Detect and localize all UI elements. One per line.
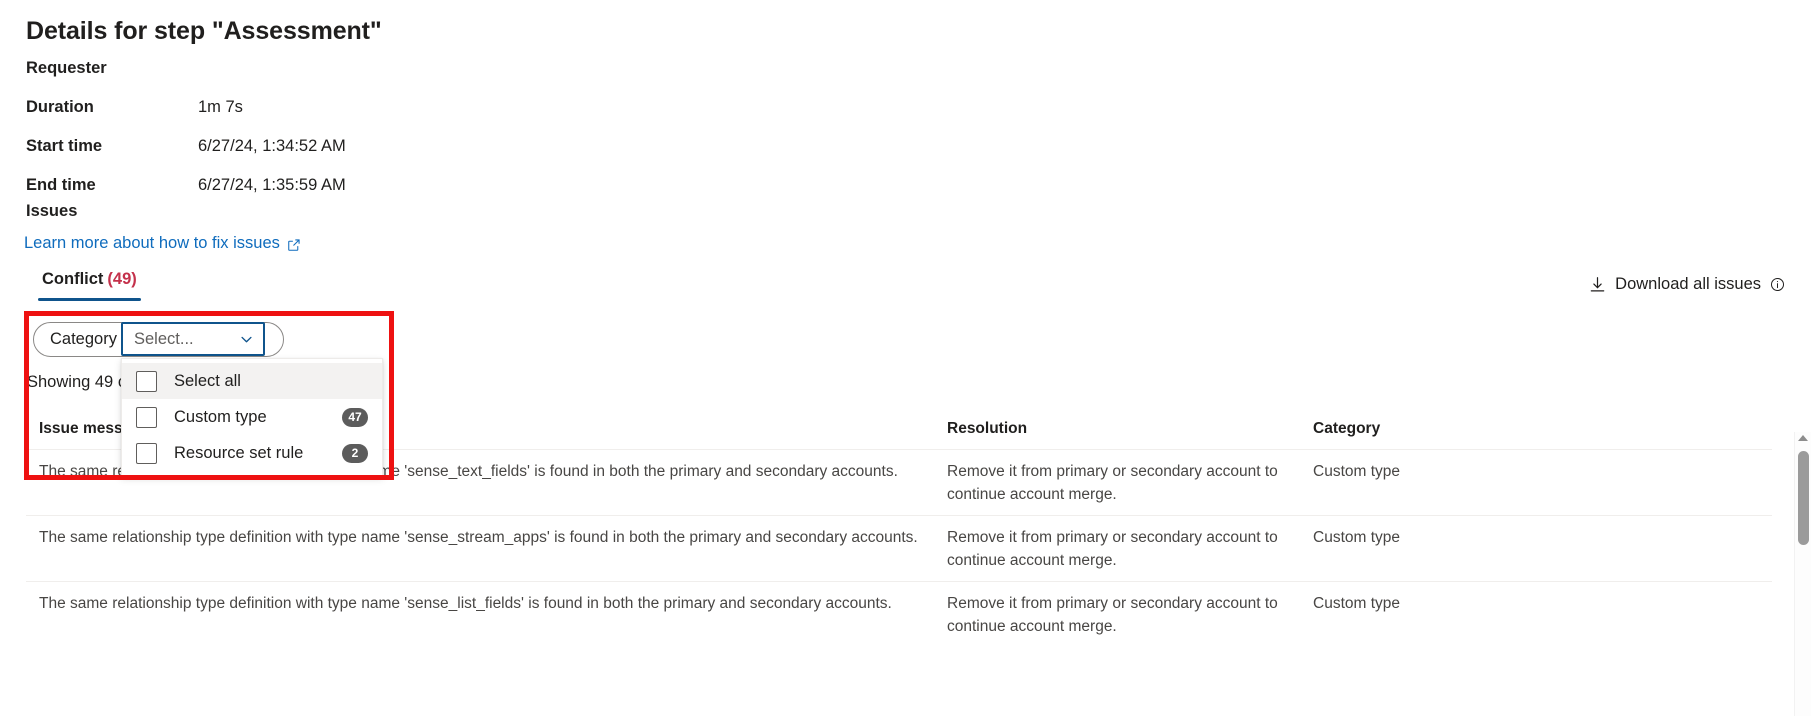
dropdown-option-label: Custom type [174, 407, 267, 426]
tab-conflict-count: (49) [107, 270, 137, 288]
external-link-icon [287, 238, 301, 252]
learn-more-label: Learn more about how to fix issues [24, 234, 280, 252]
download-all-issues-button[interactable]: Download all issues [1587, 271, 1787, 298]
metadata-row-end-time: End time 6/27/24, 1:35:59 AM [26, 174, 926, 213]
tab-conflict[interactable]: Conflict (49) [38, 270, 141, 301]
metadata-value: 6/27/24, 1:35:59 AM [198, 176, 346, 194]
category-select-value: Select... [134, 329, 194, 348]
dropdown-option-count-badge: 47 [342, 407, 368, 427]
cell-category: Custom type [1313, 529, 1401, 546]
scrollbar-thumb[interactable] [1798, 451, 1809, 545]
metadata-label: Duration [26, 98, 94, 116]
dropdown-option-label: Select all [174, 371, 241, 390]
cell-resolution: Remove it from primary or secondary acco… [947, 595, 1278, 635]
column-header-category: Category [1313, 420, 1381, 437]
page-root: Details for step "Assessment" Requester … [0, 0, 1811, 716]
metadata-value: 1m 7s [198, 98, 243, 116]
checkbox-resource-set-rule[interactable] [136, 442, 157, 464]
category-dropdown-menu: Select all Custom type 47 Resource set r… [121, 358, 383, 476]
category-select-combobox[interactable]: Select... [121, 322, 265, 356]
cell-resolution: Remove it from primary or secondary acco… [947, 529, 1278, 569]
checkbox-select-all[interactable] [136, 370, 157, 392]
info-circle-icon[interactable] [1770, 277, 1785, 292]
metadata-label: End time [26, 176, 96, 194]
metadata-row-duration: Duration 1m 7s [26, 96, 926, 135]
column-header-resolution: Resolution [947, 420, 1028, 437]
vertical-scrollbar[interactable] [1794, 432, 1811, 716]
issues-tabstrip: Conflict (49) [38, 270, 141, 301]
step-metadata: Requester Duration 1m 7s Start time 6/27… [26, 57, 926, 213]
showing-count-text: Showing 49 of [27, 373, 132, 391]
checkbox-custom-type[interactable] [136, 406, 157, 428]
dropdown-option-label: Resource set rule [174, 443, 304, 462]
learn-more-link[interactable]: Learn more about how to fix issues [24, 234, 301, 253]
table-row[interactable]: The same relationship type definition wi… [26, 515, 1772, 581]
download-icon [1589, 276, 1606, 293]
metadata-row-requester: Requester [26, 57, 926, 96]
cell-category: Custom type [1313, 463, 1401, 480]
dropdown-option-custom-type[interactable]: Custom type 47 [122, 399, 382, 435]
scroll-up-arrow-icon[interactable] [1798, 435, 1808, 441]
metadata-label: Requester [26, 59, 107, 77]
issues-heading: Issues [26, 202, 78, 220]
dropdown-option-select-all[interactable]: Select all [122, 363, 382, 399]
page-title: Details for step "Assessment" [26, 17, 382, 45]
chevron-down-icon [239, 332, 254, 347]
metadata-label: Start time [26, 137, 103, 155]
tab-conflict-label: Conflict [42, 270, 104, 288]
metadata-value: 6/27/24, 1:34:52 AM [198, 137, 346, 155]
cell-issue-message: The same relationship type definition wi… [39, 529, 918, 546]
dropdown-option-count-badge: 2 [342, 443, 368, 463]
cell-resolution: Remove it from primary or secondary acco… [947, 463, 1278, 503]
cell-issue-message: The same relationship type definition wi… [39, 595, 892, 612]
cell-category: Custom type [1313, 595, 1401, 612]
table-row[interactable]: The same relationship type definition wi… [26, 581, 1772, 647]
metadata-row-start-time: Start time 6/27/24, 1:34:52 AM [26, 135, 926, 174]
download-all-issues-label: Download all issues [1615, 275, 1761, 293]
dropdown-option-resource-set-rule[interactable]: Resource set rule 2 [122, 435, 382, 471]
